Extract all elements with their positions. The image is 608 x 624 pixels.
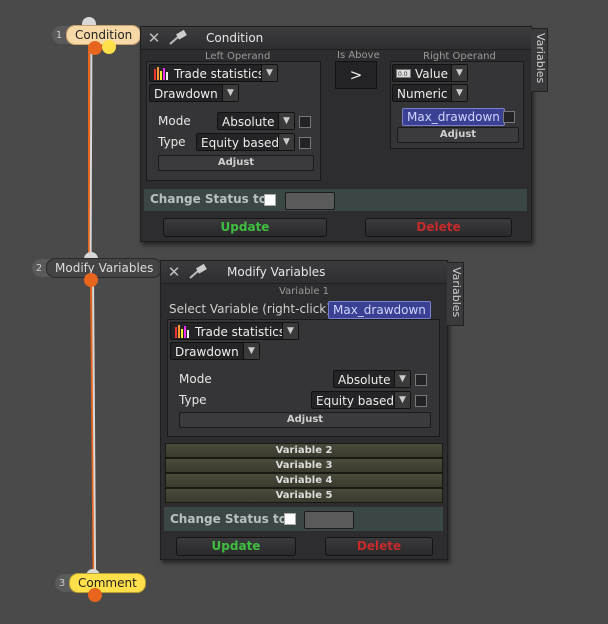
variables-tab-label: Variables: [534, 33, 547, 84]
type-checkbox[interactable]: [299, 137, 311, 149]
node-3-output-port[interactable]: [88, 588, 102, 602]
node-modify-variables[interactable]: 2 Modify Variables: [32, 258, 163, 278]
variable-1-header[interactable]: Variable 1: [279, 286, 329, 297]
pin-icon[interactable]: [187, 264, 209, 280]
chevron-down-icon: ▼: [243, 343, 259, 359]
right-variable-chip[interactable]: Max_drawdown: [402, 108, 505, 126]
condition-variables-tab[interactable]: Variables: [531, 28, 548, 92]
adjust-button[interactable]: Adjust: [158, 155, 314, 171]
is-above-label: Is Above: [337, 50, 380, 61]
condition-titlebar[interactable]: ✕ Condition: [141, 27, 531, 50]
variable-2-row[interactable]: Variable 2: [165, 443, 443, 458]
variable-5-row[interactable]: Variable 5: [165, 488, 443, 503]
right-adjust-button[interactable]: Adjust: [397, 127, 519, 143]
left-stat-value: Drawdown: [154, 87, 218, 101]
variable-4-row[interactable]: Variable 4: [165, 473, 443, 488]
close-icon[interactable]: ✕: [167, 265, 181, 280]
modify-variables-tab[interactable]: Variables: [447, 262, 464, 326]
update-button[interactable]: Update: [176, 537, 296, 556]
selected-variable-chip[interactable]: Max_drawdown: [328, 301, 431, 319]
left-source-dropdown[interactable]: Trade statistics ▼: [149, 64, 278, 82]
status-color-swatch[interactable]: [304, 511, 354, 529]
chevron-down-icon: ▼: [282, 323, 298, 339]
mode-checkbox[interactable]: [415, 374, 427, 386]
chevron-down-icon: ▼: [394, 392, 410, 408]
node-number: 3: [58, 577, 66, 589]
mode-label: Mode: [158, 114, 191, 128]
source-value: Trade statistics: [195, 325, 286, 339]
mode-dropdown[interactable]: Absolute ▼: [333, 370, 411, 388]
modify-variables-title: Modify Variables: [227, 265, 326, 279]
node-comment[interactable]: 3 Comment: [55, 573, 146, 593]
node-1-output-port-yellow[interactable]: [102, 40, 116, 54]
condition-panel: ✕ Condition Left Operand Is Above Right …: [140, 26, 532, 242]
type-checkbox[interactable]: [415, 395, 427, 407]
update-button[interactable]: Update: [163, 218, 327, 237]
change-status-label: Change Status to: [170, 512, 287, 526]
chevron-down-icon: ▼: [261, 65, 277, 81]
variables-tab-label: Variables: [450, 267, 463, 318]
status-color-swatch[interactable]: [285, 192, 335, 210]
change-status-checkbox[interactable]: [264, 194, 276, 206]
left-source-value: Trade statistics: [174, 67, 265, 81]
type-value: Equity based: [201, 136, 279, 150]
type-label: Type: [158, 135, 186, 149]
adjust-button[interactable]: Adjust: [179, 412, 431, 428]
mode-dropdown[interactable]: Absolute ▼: [217, 112, 295, 130]
source-dropdown[interactable]: Trade statistics ▼: [170, 322, 299, 340]
select-variable-label: Select Variable (right-click): [169, 302, 331, 316]
variable-3-row[interactable]: Variable 3: [165, 458, 443, 473]
trade-statistics-icon: [154, 67, 168, 80]
mode-label: Mode: [179, 372, 212, 386]
pin-icon[interactable]: [167, 30, 189, 46]
node-2-output-port[interactable]: [84, 273, 98, 287]
chevron-down-icon: ▼: [394, 371, 410, 387]
change-status-checkbox[interactable]: [284, 513, 296, 525]
type-dropdown[interactable]: Equity based ▼: [311, 391, 411, 409]
node-label: Comment: [69, 573, 146, 593]
comparator-selector[interactable]: >: [335, 61, 377, 89]
type-label: Type: [179, 393, 207, 407]
stat-value: Drawdown: [175, 345, 239, 359]
node-label: Modify Variables: [46, 258, 163, 278]
chevron-down-icon: ▼: [451, 65, 467, 81]
delete-button[interactable]: Delete: [365, 218, 512, 237]
close-icon[interactable]: ✕: [147, 31, 161, 46]
right-variable-checkbox[interactable]: [503, 111, 515, 123]
chevron-down-icon: ▼: [451, 85, 467, 101]
right-source-dropdown[interactable]: 0.0 Value ▼: [392, 64, 468, 82]
node-number: 2: [35, 262, 43, 274]
wire-white-1: [89, 40, 93, 265]
delete-button[interactable]: Delete: [325, 537, 433, 556]
type-dropdown[interactable]: Equity based ▼: [196, 133, 295, 151]
type-value: Equity based: [316, 394, 394, 408]
right-source-value: Value: [415, 67, 448, 81]
node-1-output-port-orange[interactable]: [88, 41, 102, 55]
stat-dropdown[interactable]: Drawdown ▼: [170, 342, 260, 360]
trade-statistics-icon: [175, 325, 189, 338]
svg-text:0.0: 0.0: [398, 71, 408, 78]
mode-value: Absolute: [222, 115, 275, 129]
node-number: 1: [55, 29, 63, 41]
modify-variables-titlebar[interactable]: ✕ Modify Variables: [161, 261, 447, 284]
condition-title: Condition: [206, 31, 264, 45]
modify-variables-panel: ✕ Modify Variables Variable 1 Select Var…: [160, 260, 448, 560]
mode-value: Absolute: [338, 373, 391, 387]
right-kind-dropdown[interactable]: Numeric ▼: [392, 84, 468, 102]
left-stat-dropdown[interactable]: Drawdown ▼: [149, 84, 239, 102]
chevron-down-icon: ▼: [278, 134, 294, 150]
chevron-down-icon: ▼: [278, 113, 294, 129]
right-kind-value: Numeric: [397, 87, 448, 101]
mode-checkbox[interactable]: [299, 116, 311, 128]
change-status-label: Change Status to: [150, 192, 267, 206]
chevron-down-icon: ▼: [222, 85, 238, 101]
value-icon: 0.0: [396, 69, 411, 78]
